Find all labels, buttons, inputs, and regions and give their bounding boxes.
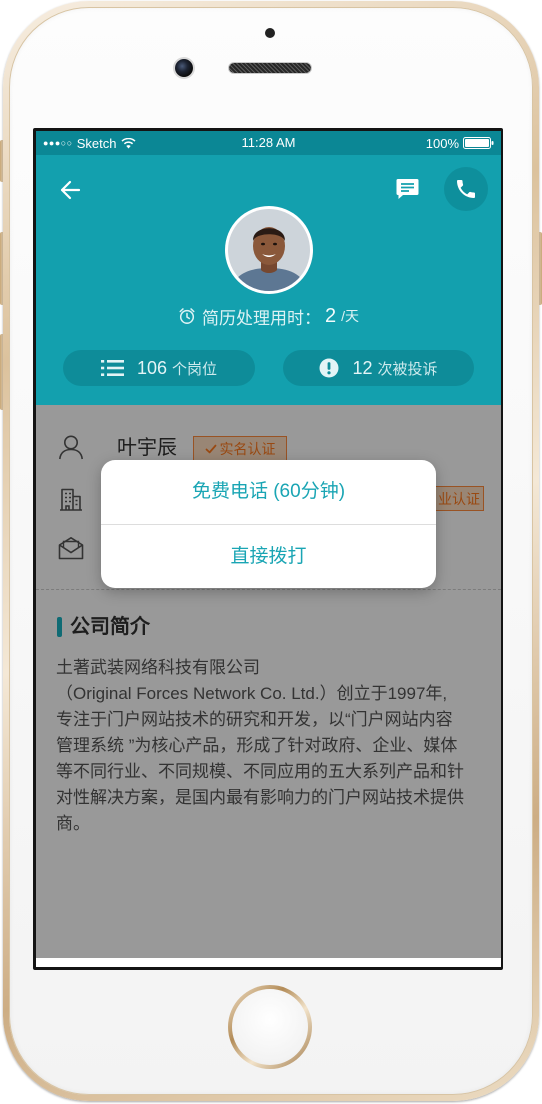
status-bar: ●●●○○ Sketch 11:28 AM 100% (36, 131, 501, 155)
app-screen: ●●●○○ Sketch 11:28 AM 100% 简历处理用时： 2 /天 … (36, 131, 501, 967)
home-button-face (232, 989, 308, 1065)
direct-dial-option[interactable]: 直接拨打 (101, 525, 436, 588)
resume-time-value: 2 (324, 304, 337, 327)
alarm-clock-icon (179, 308, 195, 324)
avatar (225, 206, 313, 294)
free-call-option[interactable]: 免费电话 (60分钟) (101, 460, 436, 524)
battery-icon (463, 137, 494, 149)
home-button[interactable] (228, 985, 312, 1069)
call-options-popup: 免费电话 (60分钟) 直接拨打 (101, 460, 436, 588)
alert-icon (319, 358, 339, 378)
message-icon (396, 179, 419, 199)
front-camera (175, 59, 193, 77)
profile-header: 简历处理用时： 2 /天 106 个岗位 12 次被投诉 (36, 155, 501, 405)
call-button[interactable] (444, 167, 488, 211)
resume-processing-time: 简历处理用时： 2 /天 (36, 303, 501, 329)
back-arrow-icon (60, 180, 81, 200)
phone-icon (457, 180, 475, 198)
complaints-label: 次被投诉 (377, 360, 438, 378)
jobs-label: 个岗位 (172, 360, 218, 378)
resume-time-label: 简历处理用时： (201, 308, 321, 328)
earpiece-speaker (229, 63, 311, 73)
jobs-count: 106 (136, 357, 168, 378)
list-icon (100, 360, 124, 376)
stat-pill-jobs[interactable]: 106 个岗位 (63, 350, 255, 386)
complaints-count: 12 (352, 357, 373, 378)
message-button[interactable] (395, 176, 420, 201)
battery-percent: 100% (425, 135, 459, 151)
proximity-sensor (265, 28, 275, 38)
back-button[interactable] (58, 178, 82, 202)
resume-time-unit: /天 (341, 308, 359, 324)
status-right: 100% (426, 131, 494, 155)
stat-pill-complaints[interactable]: 12 次被投诉 (283, 350, 474, 386)
